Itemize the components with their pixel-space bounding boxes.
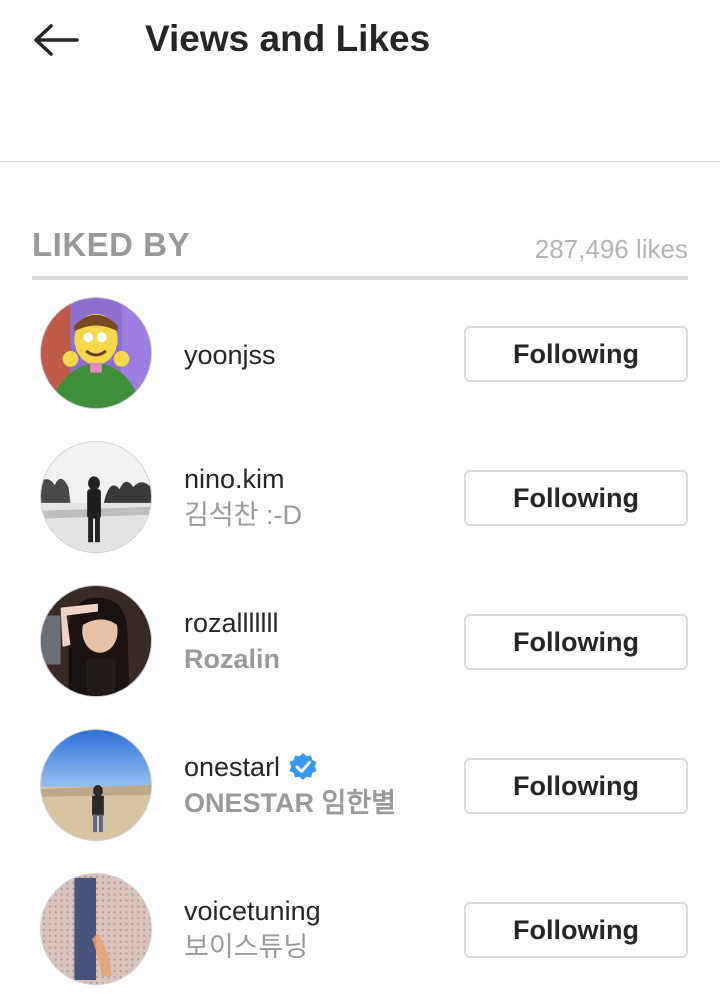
photo-avatar-image [41, 586, 151, 696]
back-button[interactable] [22, 14, 90, 66]
username-label[interactable]: voicetuning [184, 894, 321, 928]
following-button[interactable]: Following [464, 614, 688, 670]
list-item[interactable]: yoonjss Following [0, 282, 720, 426]
list-item[interactable]: voicetuning 보이스튜닝 Following [0, 858, 720, 997]
user-info: nino.kim 김석찬 :-D [184, 462, 302, 534]
list-item[interactable]: onestarl ONESTAR 임한별 Following [0, 714, 720, 858]
cartoon-avatar-image [41, 298, 151, 408]
full-name: 김석찬 :-D [184, 500, 303, 530]
photo-avatar-image [41, 442, 151, 552]
following-button[interactable]: Following [464, 470, 688, 526]
full-name: Rozalin [184, 644, 281, 674]
photo-avatar-image [41, 730, 151, 840]
following-button[interactable]: Following [464, 758, 688, 814]
list-item[interactable]: rozalllllll Rozalin Following [0, 570, 720, 714]
logo-avatar-image [41, 874, 151, 984]
views-and-likes-screen: Views and Likes LIKED BY 287,496 likes y… [0, 0, 720, 997]
username[interactable]: yoonjss [184, 338, 276, 372]
user-info: voicetuning 보이스튜닝 [184, 894, 321, 966]
page-title: Views and Likes [145, 18, 431, 59]
section-title: LIKED BY [32, 226, 191, 263]
avatar[interactable] [40, 729, 152, 841]
full-name: ONESTAR 임한별 [184, 788, 397, 818]
username[interactable]: nino.kim [184, 462, 302, 496]
following-button[interactable]: Following [464, 326, 688, 382]
verified-badge-icon [289, 753, 317, 780]
user-info: rozalllllll Rozalin [184, 606, 280, 678]
username-label[interactable]: onestarl [184, 750, 280, 784]
username-label[interactable]: nino.kim [184, 462, 285, 496]
top-header: Views and Likes [0, 0, 720, 162]
username[interactable]: voicetuning [184, 894, 321, 928]
avatar[interactable] [40, 585, 152, 697]
full-name: 보이스튜닝 [184, 932, 309, 962]
likes-count: 287,496 likes [534, 234, 688, 264]
back-arrow-icon [34, 24, 79, 56]
user-info: yoonjss [184, 338, 276, 372]
liked-by-section-header: LIKED BY 287,496 likes [32, 222, 688, 280]
username-label[interactable]: yoonjss [184, 338, 276, 372]
liked-by-list: yoonjss Following nino.kim 김석찬:-D Follo… [0, 282, 720, 997]
username[interactable]: rozalllllll [184, 606, 280, 640]
avatar[interactable] [40, 873, 152, 985]
avatar[interactable] [40, 441, 152, 553]
following-button[interactable]: Following [464, 902, 688, 958]
avatar[interactable] [40, 297, 152, 409]
list-item[interactable]: nino.kim 김석찬 :-D Following [0, 426, 720, 570]
username[interactable]: onestarl [184, 750, 396, 784]
username-label[interactable]: rozalllllll [184, 606, 279, 640]
user-info: onestarl ONESTAR 임한별 [184, 750, 396, 822]
